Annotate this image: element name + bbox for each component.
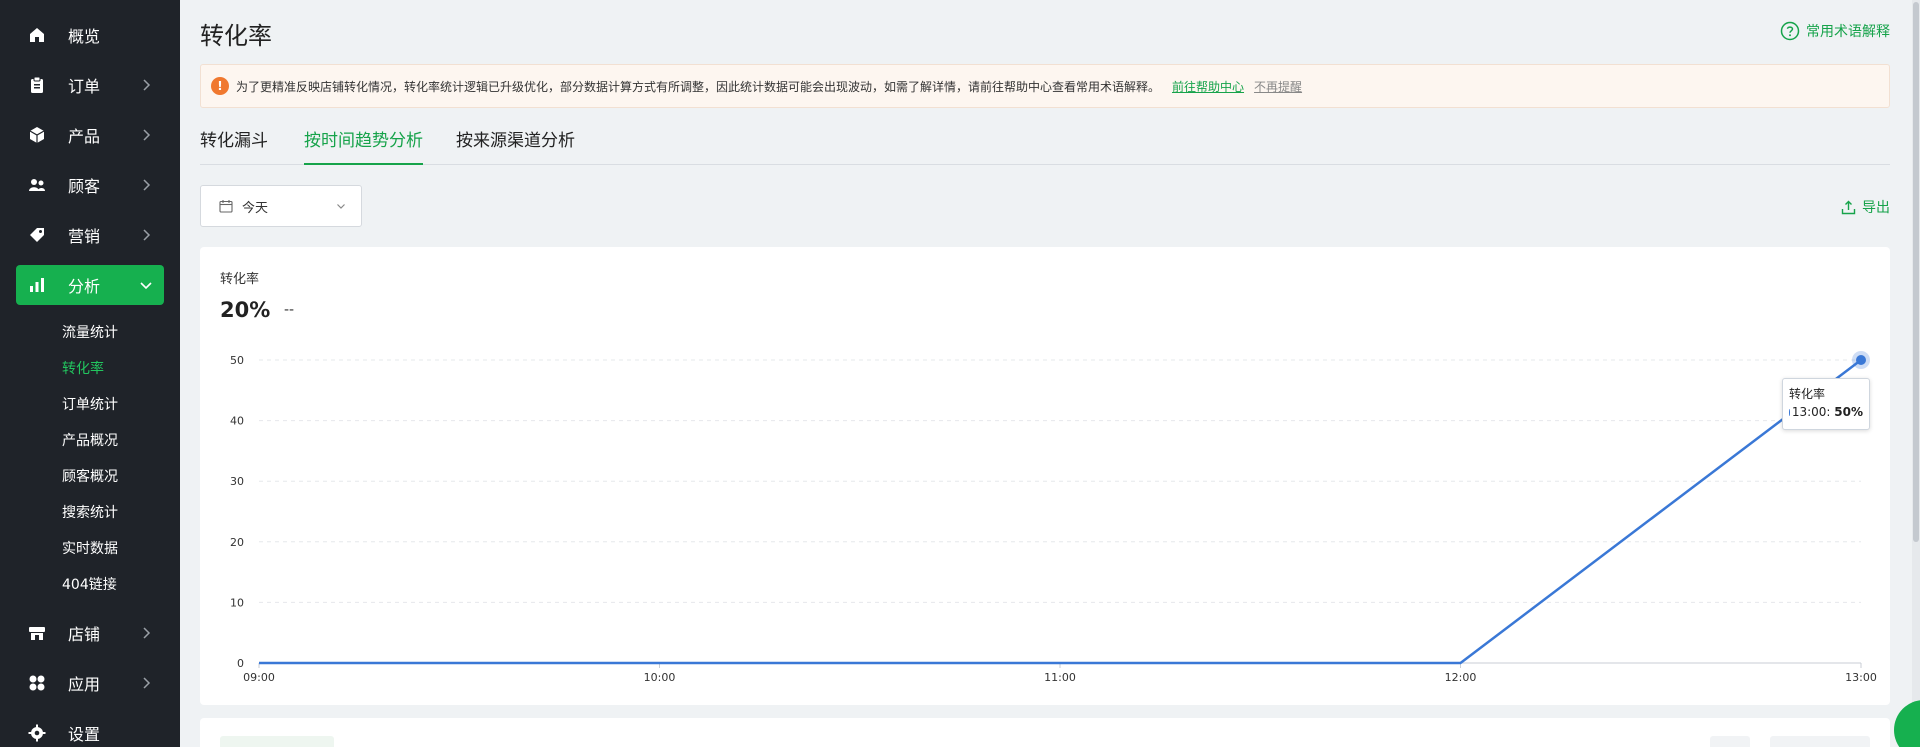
date-range-select[interactable]: 今天 — [200, 185, 362, 227]
page-title: 转化率 — [200, 22, 272, 50]
detail-tab-placeholder — [220, 736, 334, 747]
question-circle-icon — [1780, 21, 1800, 41]
sidebar-item-store[interactable]: 店铺 — [16, 613, 164, 653]
series-line — [259, 359, 1862, 665]
chevron-right-icon — [143, 229, 151, 241]
notice-banner: ! 为了更精准反映店铺转化情况，转化率统计逻辑已升级优化，部分数据计算方式有所调… — [200, 64, 1890, 108]
subnav-customers-overview[interactable]: 顾客概况 — [62, 467, 118, 487]
help-center-link[interactable]: 前往帮助中心 — [1172, 78, 1244, 95]
glossary-link[interactable]: 常用术语解释 — [1780, 21, 1890, 41]
export-label: 导出 — [1862, 200, 1890, 216]
series-dot-icon — [1789, 408, 1790, 416]
sidebar-item-overview[interactable]: 概览 — [16, 15, 164, 55]
y-tick-label: 50 — [230, 354, 244, 367]
subnav-search-stats[interactable]: 搜索统计 — [62, 503, 118, 523]
conversion-trend-chart: 0 10 20 30 40 50 09:00 10:00 11:00 12:00 13:00 — [230, 351, 1877, 684]
export-button[interactable]: 导出 — [1841, 197, 1890, 217]
export-icon — [1841, 200, 1856, 214]
date-range-value: 今天 — [242, 200, 269, 216]
sidebar-item-products[interactable]: 产品 — [16, 115, 164, 155]
apps-icon — [26, 672, 48, 694]
page-scrollbar[interactable] — [1912, 0, 1920, 747]
store-icon — [26, 622, 48, 644]
subnav-products-overview[interactable]: 产品概况 — [62, 431, 118, 451]
sidebar-item-label: 订单 — [68, 77, 101, 96]
sidebar-item-label: 顾客 — [68, 177, 101, 196]
sidebar-item-label: 营销 — [68, 227, 101, 246]
subnav-conversion[interactable]: 转化率 — [62, 359, 104, 379]
sidebar-item-analysis[interactable]: 分析 — [16, 265, 164, 305]
users-icon — [26, 174, 48, 196]
x-tick-label: 12:00 — [1445, 671, 1477, 684]
sidebar-item-customers[interactable]: 顾客 — [16, 165, 164, 205]
scrollbar-thumb[interactable] — [1913, 2, 1919, 542]
sidebar-item-apps[interactable]: 应用 — [16, 663, 164, 703]
sidebar-item-orders[interactable]: 订单 — [16, 65, 164, 105]
chevron-right-icon — [143, 179, 151, 191]
x-tick-label: 09:00 — [243, 671, 275, 684]
x-tick-label: 13:00 — [1845, 671, 1877, 684]
chart-tooltip: 转化率 13:00: 50% — [1782, 378, 1870, 430]
tab-funnel[interactable]: 转化漏斗 — [200, 128, 268, 165]
glossary-link-label: 常用术语解释 — [1806, 24, 1890, 40]
tooltip-title: 转化率 — [1789, 387, 1826, 401]
detail-control-placeholder — [1710, 736, 1750, 747]
y-tick-label: 40 — [230, 415, 244, 428]
chevron-right-icon — [143, 79, 151, 91]
y-tick-label: 0 — [237, 657, 244, 670]
sidebar-item-label: 店铺 — [68, 625, 101, 644]
data-point — [1856, 355, 1866, 365]
warning-icon: ! — [211, 77, 229, 95]
subnav-traffic[interactable]: 流量统计 — [62, 323, 118, 343]
metric-compare: -- — [284, 302, 295, 318]
chevron-right-icon — [143, 627, 151, 639]
home-icon — [26, 24, 48, 46]
floating-collapse-button[interactable] — [1894, 700, 1920, 747]
chevron-right-icon — [143, 129, 151, 141]
metric-label: 转化率 — [220, 272, 260, 287]
tooltip-x: 13:00 — [1791, 405, 1827, 419]
sidebar-item-label: 分析 — [68, 277, 101, 296]
y-tick-label: 20 — [230, 536, 244, 549]
sidebar-item-settings[interactable]: 设置 — [16, 713, 164, 747]
notice-text: 为了更精准反映店铺转化情况，转化率统计逻辑已升级优化，部分数据计算方式有所调整，… — [236, 79, 1161, 94]
x-tick-label: 10:00 — [644, 671, 676, 684]
detail-card — [200, 718, 1890, 747]
detail-control-placeholder — [1770, 736, 1870, 747]
tab-source-channel[interactable]: 按来源渠道分析 — [456, 128, 575, 165]
sidebar-item-label: 设置 — [68, 725, 101, 744]
tooltip-value: 50% — [1834, 405, 1863, 419]
bar-chart-icon — [26, 274, 48, 296]
sidebar-item-label: 产品 — [68, 127, 101, 146]
dismiss-notice-link[interactable]: 不再提醒 — [1254, 78, 1302, 95]
calendar-icon — [219, 200, 233, 213]
gear-icon — [26, 722, 48, 744]
clipboard-icon — [26, 74, 48, 96]
sidebar: 概览 订单 产品 顾客 营销 分析 流量统计 转化率 订单统计 产品概况 顾客概… — [0, 0, 180, 747]
chevron-right-icon — [143, 677, 151, 689]
y-tick-label: 30 — [230, 475, 244, 488]
tag-icon — [26, 224, 48, 246]
chevron-down-icon — [140, 282, 152, 290]
y-tick-label: 10 — [230, 596, 244, 609]
analysis-tabs: 转化漏斗 按时间趋势分析 按来源渠道分析 — [200, 128, 1890, 165]
tab-time-trend[interactable]: 按时间趋势分析 — [304, 128, 423, 165]
subnav-404-links[interactable]: 404链接 — [62, 575, 117, 595]
sidebar-item-label: 应用 — [68, 675, 101, 694]
box-icon — [26, 124, 48, 146]
x-tick-label: 11:00 — [1044, 671, 1076, 684]
sidebar-item-marketing[interactable]: 营销 — [16, 215, 164, 255]
metric-value: 20% — [220, 298, 271, 322]
chevron-down-icon — [337, 204, 345, 209]
subnav-orders-stats[interactable]: 订单统计 — [62, 395, 118, 415]
subnav-realtime[interactable]: 实时数据 — [62, 539, 118, 559]
sidebar-item-label: 概览 — [68, 27, 101, 46]
